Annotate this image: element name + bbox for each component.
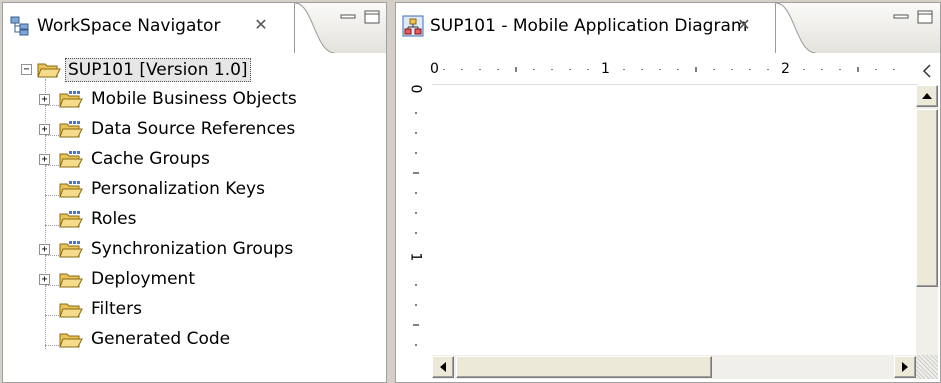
- tab-curve-shape: [776, 3, 816, 53]
- open-folder-icon: [37, 63, 61, 78]
- navigator-icon: [10, 16, 29, 36]
- horizontal-scrollbar[interactable]: [432, 355, 916, 379]
- navigator-tab[interactable]: WorkSpace Navigator ✕: [3, 3, 295, 53]
- tree-item-label: Data Source References: [91, 119, 296, 139]
- minimize-icon[interactable]: [339, 9, 357, 25]
- arrow-up-icon: [922, 93, 932, 99]
- vertical-ruler: 0 1: [406, 83, 430, 351]
- tree-item-synchronization-groups[interactable]: + Synchronization Groups: [3, 235, 383, 265]
- tree-item-data-source-references[interactable]: + Data Source References: [3, 115, 383, 145]
- scroll-right-button[interactable]: [894, 356, 916, 378]
- ruler-label: 1: [601, 61, 610, 77]
- maximize-icon[interactable]: [363, 9, 381, 25]
- tree-item-label: Cache Groups: [91, 149, 210, 169]
- close-icon[interactable]: ✕: [734, 15, 754, 35]
- horizontal-ruler: 0 1 2: [430, 55, 918, 85]
- tree-item-personalization-keys[interactable]: Personalization Keys: [3, 175, 383, 205]
- tree-item-label: Personalization Keys: [91, 179, 265, 199]
- tree-item-generated-code[interactable]: Generated Code: [3, 325, 383, 355]
- tree-item-label: Deployment: [91, 269, 195, 289]
- package-folder-icon: [59, 121, 83, 138]
- tree-item-label: Roles: [91, 209, 137, 229]
- tree-item-mobile-business-objects[interactable]: + Mobile Business Objects: [3, 85, 383, 115]
- expand-icon[interactable]: +: [39, 274, 50, 285]
- tree-root-item[interactable]: − SUP101 [Version 1.0]: [3, 55, 383, 85]
- minimize-icon[interactable]: [892, 9, 910, 25]
- vertical-scrollbar[interactable]: [916, 85, 938, 355]
- package-folder-icon: [59, 211, 83, 228]
- maximize-icon[interactable]: [916, 9, 934, 25]
- tree-root-label: SUP101 [Version 1.0]: [65, 58, 251, 82]
- palette-collapse-icon[interactable]: [918, 61, 936, 81]
- eclipse-workbench: WorkSpace Navigator ✕ − SUP101 [Version …: [0, 0, 941, 383]
- ruler-label: 1: [407, 252, 424, 262]
- expand-icon[interactable]: +: [39, 154, 50, 165]
- ruler-label: 0: [407, 84, 424, 94]
- tree-item-label: Mobile Business Objects: [91, 89, 297, 109]
- expand-icon[interactable]: +: [39, 94, 50, 105]
- navigator-tree: − SUP101 [Version 1.0] + Mobile Business…: [3, 55, 386, 382]
- tab-curve-shape: [295, 3, 335, 53]
- tree-item-roles[interactable]: Roles: [3, 205, 383, 235]
- ruler-label: 0: [430, 61, 439, 77]
- package-folder-icon: [59, 151, 83, 168]
- open-folder-icon: [59, 333, 83, 348]
- diagram-canvas[interactable]: [432, 85, 912, 351]
- ruler-ticks: [443, 67, 895, 72]
- package-folder-icon: [59, 241, 83, 258]
- tree-item-label: Filters: [91, 299, 142, 319]
- scroll-left-button[interactable]: [432, 356, 454, 378]
- diagram-tab[interactable]: SUP101 - Mobile Application Diagram ✕: [396, 3, 776, 53]
- tree-item-label: Synchronization Groups: [91, 239, 294, 259]
- tree-item-filters[interactable]: Filters: [3, 295, 383, 325]
- tree-item-deployment[interactable]: + Deployment: [3, 265, 383, 295]
- ruler-ticks: [413, 112, 419, 346]
- scrollbar-corner: [916, 355, 938, 379]
- expand-icon[interactable]: +: [39, 124, 50, 135]
- open-folder-icon: [59, 303, 83, 318]
- close-icon[interactable]: ✕: [251, 15, 271, 35]
- expand-icon[interactable]: +: [39, 244, 50, 255]
- ruler-label: 2: [781, 61, 790, 77]
- package-folder-icon: [59, 181, 83, 198]
- mobile-application-diagram-view: SUP101 - Mobile Application Diagram ✕ 0 …: [395, 2, 941, 383]
- arrow-left-icon: [440, 362, 446, 372]
- open-folder-icon: [59, 273, 83, 288]
- arrow-right-icon: [902, 362, 908, 372]
- horizontal-scroll-thumb[interactable]: [456, 356, 712, 378]
- collapse-icon[interactable]: −: [21, 64, 32, 75]
- package-folder-icon: [59, 91, 83, 108]
- navigator-tab-title: WorkSpace Navigator: [37, 16, 221, 36]
- diagram-icon: [402, 15, 424, 37]
- vertical-scroll-thumb[interactable]: [916, 109, 938, 287]
- tree-item-label: Generated Code: [91, 329, 231, 349]
- scroll-up-button[interactable]: [916, 85, 938, 107]
- tree-item-cache-groups[interactable]: + Cache Groups: [3, 145, 383, 175]
- diagram-tab-title: SUP101 - Mobile Application Diagram: [430, 16, 748, 36]
- workspace-navigator-view: WorkSpace Navigator ✕ − SUP101 [Version …: [2, 2, 387, 383]
